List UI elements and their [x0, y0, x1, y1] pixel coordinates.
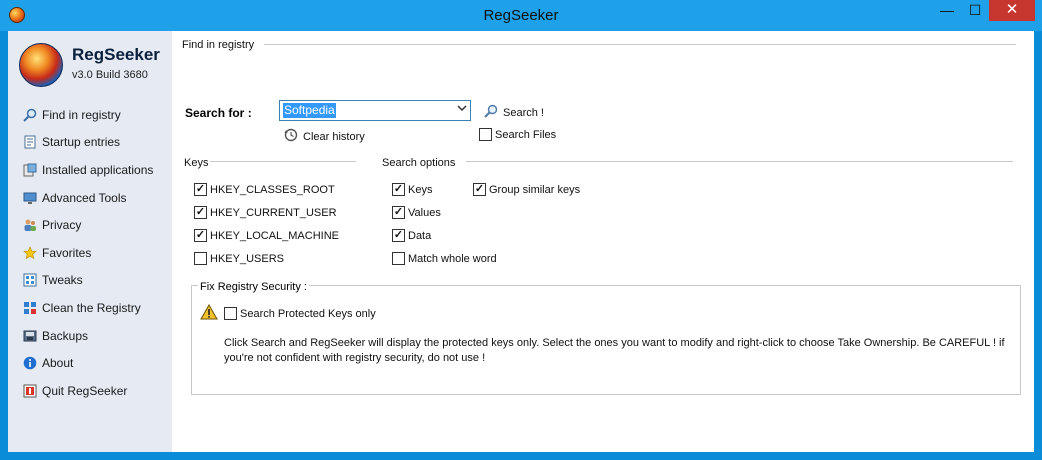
users-icon	[22, 217, 38, 233]
checkbox-box[interactable]: ✓	[392, 206, 405, 219]
sidebar-item-clean-the-registry[interactable]: Clean the Registry	[22, 294, 172, 322]
sidebar-nav: Find in registry Startup entries Install…	[22, 101, 172, 405]
option-label: Values	[408, 206, 441, 219]
key-label: HKEY_USERS	[210, 252, 284, 265]
minimize-button[interactable]: —	[934, 0, 960, 21]
key-hkey-classes-root[interactable]: ✓ HKEY_CLASSES_ROOT	[194, 183, 335, 196]
app-window: RegSeeker — ☐ ✕ RegSeeker v3.0 Build 368…	[0, 0, 1042, 460]
checkbox-box[interactable]	[194, 252, 207, 265]
sidebar-item-label: Quit RegSeeker	[42, 383, 128, 398]
title-bar[interactable]: RegSeeker — ☐ ✕	[0, 0, 1042, 31]
star-icon	[22, 245, 38, 261]
option-label: Match whole word	[408, 252, 497, 265]
maximize-button[interactable]: ☐	[962, 0, 988, 21]
checkbox-box[interactable]: ✓	[392, 183, 405, 196]
key-label: HKEY_CURRENT_USER	[210, 206, 337, 219]
sidebar-item-advanced-tools[interactable]: Advanced Tools	[22, 184, 172, 212]
sidebar-item-backups[interactable]: Backups	[22, 322, 172, 350]
sidebar-item-label: Favorites	[42, 245, 92, 260]
sidebar-item-about[interactable]: About	[22, 349, 172, 377]
checkbox-box[interactable]	[224, 307, 237, 320]
chevron-down-icon[interactable]	[457, 104, 467, 115]
key-label: HKEY_CLASSES_ROOT	[210, 183, 335, 196]
option-values[interactable]: ✓ Values	[392, 206, 441, 219]
clear-history-button[interactable]: Clear history	[284, 128, 365, 145]
option-label: Data	[408, 229, 432, 242]
section-divider	[264, 44, 1016, 45]
document-icon	[22, 134, 38, 150]
checkbox-box[interactable]: ✓	[194, 183, 207, 196]
sidebar-item-favorites[interactable]: Favorites	[22, 239, 172, 267]
warning-icon	[200, 303, 218, 320]
search-label: Search for :	[185, 106, 252, 120]
sidebar-item-tweaks[interactable]: Tweaks	[22, 267, 172, 295]
sidebar-item-startup-entries[interactable]: Startup entries	[22, 129, 172, 157]
keys-title: Keys	[184, 157, 209, 169]
search-options-title: Search options	[382, 157, 456, 169]
clear-history-icon	[284, 128, 298, 145]
sidebar-item-label: Find in registry	[42, 107, 121, 122]
search-files-label: Search Files	[495, 128, 557, 141]
sidebar-item-find-in-registry[interactable]: Find in registry	[22, 101, 172, 129]
checkbox-box[interactable]: ✓	[194, 229, 207, 242]
search-button[interactable]: Search !	[484, 104, 544, 121]
app-version: v3.0 Build 3680	[72, 69, 148, 81]
section-title: Find in registry	[182, 39, 255, 51]
sidebar-item-installed-applications[interactable]: Installed applications	[22, 156, 172, 184]
sidebar-item-label: Clean the Registry	[42, 300, 141, 315]
option-data[interactable]: ✓ Data	[392, 229, 431, 242]
key-label: HKEY_LOCAL_MACHINE	[210, 229, 339, 242]
window-title: RegSeeker	[483, 7, 559, 24]
option-match-whole-word[interactable]: Match whole word	[392, 252, 497, 265]
option-keys[interactable]: ✓ Keys	[392, 183, 432, 196]
search-icon	[484, 104, 498, 121]
checkbox-box[interactable]: ✓	[473, 183, 486, 196]
magnifier-icon	[22, 107, 38, 123]
backup-icon	[22, 328, 38, 344]
key-hkey-local-machine[interactable]: ✓ HKEY_LOCAL_MACHINE	[194, 229, 339, 242]
monitor-icon	[22, 190, 38, 206]
checkbox-box[interactable]	[392, 252, 405, 265]
info-icon	[22, 355, 38, 371]
close-button[interactable]: ✕	[989, 0, 1035, 21]
search-protected-keys-checkbox[interactable]: Search Protected Keys only	[224, 307, 376, 320]
search-input-value[interactable]: Softpedia	[283, 103, 336, 118]
sidebar-item-label: About	[42, 356, 74, 371]
sidebar: RegSeeker v3.0 Build 3680 Find in regist…	[8, 31, 172, 452]
sidebar-item-label: Privacy	[42, 218, 82, 233]
search-button-label: Search !	[503, 106, 544, 119]
main-panel: Find in registry Search for : Softpedia …	[172, 31, 1034, 452]
applications-icon	[22, 162, 38, 178]
registry-icon	[22, 300, 38, 316]
search-combobox[interactable]: Softpedia	[279, 100, 471, 121]
option-label: Group similar keys	[489, 183, 581, 196]
regseeker-logo	[19, 43, 63, 87]
tweaks-icon	[22, 272, 38, 288]
sidebar-item-privacy[interactable]: Privacy	[22, 211, 172, 239]
sidebar-item-quit-regseeker[interactable]: Quit RegSeeker	[22, 377, 172, 405]
quit-icon	[22, 383, 38, 399]
fix-security-description: Click Search and RegSeeker will display …	[224, 337, 1005, 364]
app-name: RegSeeker	[72, 45, 160, 64]
sidebar-item-label: Tweaks	[42, 273, 83, 288]
sidebar-item-label: Backups	[42, 328, 89, 343]
key-hkey-users[interactable]: HKEY_USERS	[194, 252, 284, 265]
checkbox-box[interactable]	[479, 128, 492, 141]
keys-divider	[210, 161, 356, 162]
option-group-similar-keys[interactable]: ✓ Group similar keys	[473, 183, 580, 196]
search-files-checkbox[interactable]: Search Files	[479, 128, 556, 141]
clear-history-label: Clear history	[303, 130, 365, 143]
sidebar-item-label: Installed applications	[42, 162, 154, 177]
search-protected-keys-label: Search Protected Keys only	[240, 307, 376, 320]
client-area: RegSeeker v3.0 Build 3680 Find in regist…	[8, 31, 1034, 452]
sidebar-item-label: Startup entries	[42, 135, 121, 150]
checkbox-box[interactable]: ✓	[392, 229, 405, 242]
checkbox-box[interactable]: ✓	[194, 206, 207, 219]
search-options-divider	[466, 161, 1013, 162]
option-label: Keys	[408, 183, 433, 196]
key-hkey-current-user[interactable]: ✓ HKEY_CURRENT_USER	[194, 206, 337, 219]
fix-registry-security-title: Fix Registry Security :	[198, 281, 309, 293]
sidebar-item-label: Advanced Tools	[42, 190, 127, 205]
